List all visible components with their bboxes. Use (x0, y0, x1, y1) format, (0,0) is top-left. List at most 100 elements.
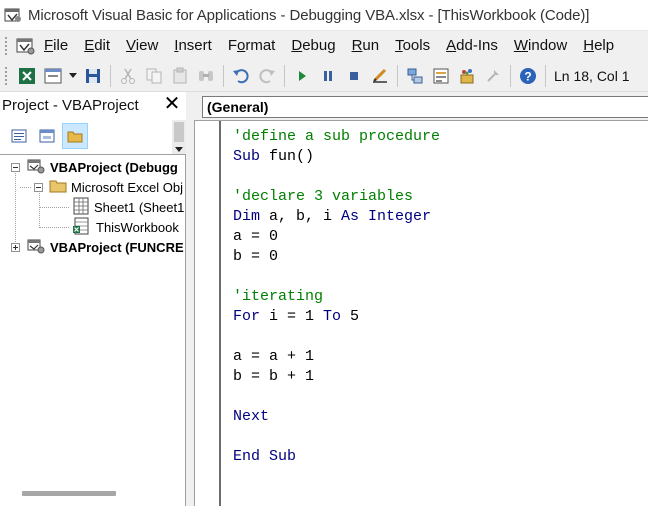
code-line[interactable]: For i = 1 To 5 (233, 307, 440, 327)
code-line[interactable]: Sub fun() (233, 147, 440, 167)
toolbox-icon[interactable] (482, 65, 504, 87)
find-icon[interactable] (195, 65, 217, 87)
insert-userform-icon[interactable] (42, 65, 64, 87)
code-line[interactable]: 'iterating (233, 287, 440, 307)
insert-dropdown-icon[interactable] (68, 65, 78, 87)
menu-item-file[interactable]: File (42, 37, 76, 54)
project-tree: VBAProject (Debugg Microsoft Excel Obj S… (0, 154, 186, 506)
paste-icon[interactable] (169, 65, 191, 87)
code-line[interactable]: End Sub (233, 447, 440, 467)
code-line[interactable]: b = b + 1 (233, 367, 440, 387)
tree-horizontal-scrollbar[interactable] (22, 491, 116, 496)
code-line[interactable]: a = a + 1 (233, 347, 440, 367)
run-icon[interactable] (291, 65, 313, 87)
menu-item-help[interactable]: Help (575, 37, 622, 54)
pane-splitter[interactable] (186, 92, 194, 506)
code-pane-combo-bar: (General) (194, 92, 648, 120)
reset-icon[interactable] (343, 65, 365, 87)
toggle-folders-icon[interactable] (62, 123, 88, 149)
tree-connector (15, 173, 16, 247)
menu-item-edit[interactable]: Edit (76, 37, 118, 54)
menu-items: File Edit View Insert Format Debug Run Tools Add… (42, 37, 622, 54)
code-comment: 'define a sub procedure (233, 128, 441, 145)
tree-item-label: Sheet1 (Sheet1 (94, 199, 185, 215)
worksheet-icon (72, 197, 90, 218)
view-object-icon[interactable] (34, 123, 60, 149)
tree-item-sheet1[interactable]: Sheet1 (Sheet1 (72, 197, 184, 217)
tree-item-vbaproject-funcres[interactable]: VBAProject (FUNCRE (11, 237, 184, 257)
redo-icon[interactable] (256, 65, 278, 87)
tree-item-vbaproject-debugging[interactable]: VBAProject (Debugg (11, 157, 178, 177)
folder-icon (49, 178, 67, 197)
code-text: i = 1 (260, 308, 324, 325)
tree-connector (20, 187, 32, 188)
close-icon[interactable]: ✕ (162, 94, 182, 114)
toolbar-separator (545, 64, 546, 87)
project-toolbar-scroll[interactable] (172, 120, 186, 154)
menu-item-add-ins[interactable]: Add-Ins (438, 37, 506, 54)
tree-connector (40, 207, 70, 208)
collapse-icon[interactable] (11, 162, 20, 172)
menu-item-insert[interactable]: Insert (166, 37, 220, 54)
tree-item-thisworkbook[interactable]: ThisWorkbook (72, 217, 181, 237)
code-editor[interactable]: 'define a sub procedure Sub fun() 'declar… (233, 127, 440, 467)
menu-item-run[interactable]: Run (344, 37, 388, 54)
menu-item-window[interactable]: Window (506, 37, 575, 54)
toolbar-separator (223, 64, 224, 87)
tree-item-label: ThisWorkbook (96, 219, 179, 235)
tree-connector (39, 193, 40, 229)
code-line[interactable]: 'declare 3 variables (233, 187, 440, 207)
code-line[interactable] (233, 427, 440, 447)
menu-item-view[interactable]: View (118, 37, 166, 54)
vbaproject-icon (26, 157, 46, 178)
help-icon[interactable]: ? (517, 65, 539, 87)
menu-item-tools[interactable]: Tools (387, 37, 438, 54)
code-line[interactable] (233, 267, 440, 287)
code-keyword: Dim (233, 208, 261, 225)
undo-icon[interactable] (230, 65, 252, 87)
code-keyword: End Sub (233, 448, 297, 465)
code-keyword: Sub (233, 148, 261, 165)
save-icon[interactable] (82, 65, 104, 87)
margin-indicator-bar[interactable] (195, 121, 221, 506)
copy-icon[interactable] (143, 65, 165, 87)
code-line[interactable] (233, 387, 440, 407)
toolbar-separator (397, 64, 398, 87)
toolbar-separator (284, 64, 285, 87)
project-pane-toolbar (0, 118, 186, 154)
cut-icon[interactable] (117, 65, 139, 87)
code-line[interactable]: Dim a, b, i As Integer (233, 207, 440, 227)
collapse-icon[interactable] (34, 182, 43, 192)
code-line[interactable]: b = 0 (233, 247, 440, 267)
project-explorer-icon[interactable] (404, 65, 426, 87)
code-line[interactable]: Next (233, 407, 440, 427)
object-browser-icon[interactable] (456, 65, 478, 87)
code-window[interactable]: 'define a sub procedure Sub fun() 'declar… (194, 120, 648, 506)
break-icon[interactable] (317, 65, 339, 87)
cursor-position-label: Ln 18, Col 1 (554, 67, 630, 84)
menu-bar-grip[interactable] (4, 35, 8, 56)
menu-item-format[interactable]: Format (220, 37, 284, 54)
properties-window-icon[interactable] (430, 65, 452, 87)
standard-toolbar: ? Ln 18, Col 1 (0, 60, 648, 92)
code-line[interactable]: 'define a sub procedure (233, 127, 440, 147)
tree-item-label: Microsoft Excel Obj (71, 179, 183, 195)
code-text: 5 (341, 308, 360, 325)
vba-app-icon[interactable] (3, 5, 23, 25)
code-line[interactable] (233, 327, 440, 347)
code-line[interactable] (233, 167, 440, 187)
toolbar-grip[interactable] (4, 65, 8, 86)
object-dropdown[interactable]: (General) (202, 96, 648, 118)
view-excel-icon[interactable] (16, 65, 38, 87)
toolbar-separator (110, 64, 111, 87)
project-pane-title: Project - VBAProject (2, 96, 139, 114)
window-title: Microsoft Visual Basic for Applications … (28, 6, 590, 24)
code-line[interactable]: a = 0 (233, 227, 440, 247)
design-mode-icon[interactable] (369, 65, 391, 87)
tree-item-label: VBAProject (Debugg (50, 159, 178, 175)
excel-view-icon[interactable] (14, 35, 36, 57)
tree-item-excel-objects[interactable]: Microsoft Excel Obj (34, 177, 183, 197)
menu-item-debug[interactable]: Debug (283, 37, 343, 54)
expand-icon[interactable] (11, 242, 20, 252)
view-code-icon[interactable] (6, 123, 32, 149)
